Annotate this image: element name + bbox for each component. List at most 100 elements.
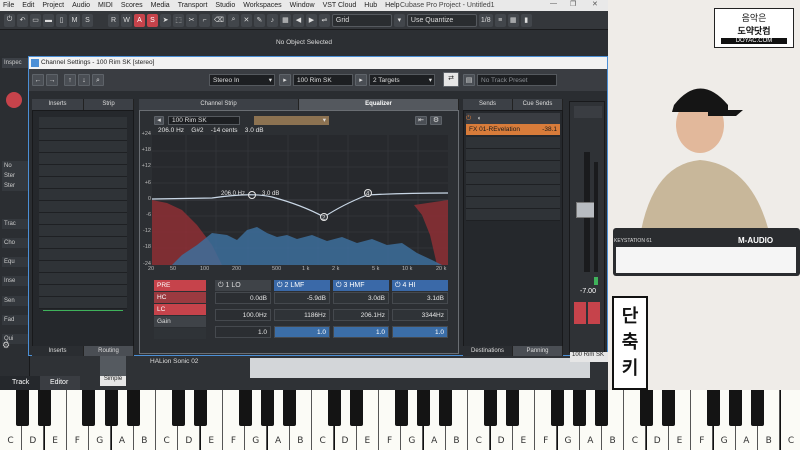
piano-key-black[interactable] bbox=[483, 390, 497, 426]
nudge-left-icon[interactable]: ◀ bbox=[292, 13, 304, 27]
send-slot-1[interactable]: FX 01-REvelation -38.1 bbox=[466, 124, 560, 135]
targets-dropdown[interactable]: 2 Targets ▾ bbox=[369, 74, 435, 86]
insert-slot[interactable] bbox=[39, 165, 127, 177]
band-2-gain[interactable]: -5.9dB bbox=[274, 292, 330, 304]
band-2-q[interactable]: 1.0 bbox=[274, 326, 330, 338]
fader-value[interactable]: -7.00 bbox=[576, 288, 600, 298]
band-1-freq[interactable]: 100.0Hz bbox=[215, 309, 271, 321]
inspector-section-3[interactable]: Trac bbox=[2, 219, 28, 229]
piano-key-black[interactable] bbox=[171, 390, 185, 426]
insert-slot[interactable] bbox=[39, 249, 127, 261]
inspector-section-0[interactable]: No bbox=[2, 161, 28, 171]
up-arrow-icon[interactable]: ↑ bbox=[64, 74, 76, 86]
piano-key-black[interactable] bbox=[15, 390, 29, 426]
sync-icon[interactable]: ⇄ bbox=[443, 72, 459, 87]
zoom-tool-icon[interactable]: ⌕ bbox=[227, 13, 239, 27]
band-3-freq[interactable]: 206.1Hz bbox=[333, 309, 389, 321]
menu-help[interactable]: Help bbox=[385, 2, 399, 9]
nudge-right-icon[interactable]: ▶ bbox=[305, 13, 317, 27]
quantize-value[interactable]: 1/8 bbox=[478, 13, 493, 27]
piano-key-black[interactable] bbox=[573, 390, 586, 426]
record-button[interactable] bbox=[574, 302, 586, 324]
piano-key-black[interactable] bbox=[595, 390, 609, 426]
tab-channel-strip[interactable]: Channel Strip bbox=[139, 99, 299, 110]
piano-key-black[interactable] bbox=[350, 390, 363, 426]
search-icon[interactable]: ⌕ bbox=[92, 74, 104, 86]
insert-slot[interactable] bbox=[39, 177, 127, 189]
piano-key-black[interactable] bbox=[662, 390, 676, 426]
band-4-label[interactable]: ⏻ 4 HI bbox=[392, 280, 448, 291]
menu-media[interactable]: Media bbox=[151, 2, 170, 9]
band-2-freq[interactable]: 1186Hz bbox=[274, 309, 330, 321]
inspector-section-1[interactable]: Ster bbox=[2, 171, 28, 181]
insert-slot[interactable] bbox=[39, 201, 127, 213]
insert-slot[interactable] bbox=[39, 213, 127, 225]
glue-tool-icon[interactable]: ⌐ bbox=[199, 13, 210, 27]
eq-power-icon[interactable]: ◂ bbox=[154, 116, 164, 125]
menu-project[interactable]: Project bbox=[42, 2, 64, 9]
insert-slot[interactable] bbox=[39, 153, 127, 165]
band-4-freq[interactable]: 3344Hz bbox=[392, 309, 448, 321]
mute-button[interactable]: M bbox=[69, 13, 80, 27]
lower-zone-icon[interactable]: ▬ bbox=[43, 13, 54, 27]
piano-key-black[interactable] bbox=[37, 390, 51, 426]
color-tool-icon[interactable]: ▦ bbox=[279, 13, 291, 27]
menu-vst-cloud[interactable]: VST Cloud bbox=[323, 2, 357, 9]
insert-slot[interactable] bbox=[39, 141, 127, 153]
mute-tool-icon[interactable]: ✕ bbox=[240, 13, 252, 27]
inspector-section-4[interactable]: Cho bbox=[2, 238, 28, 248]
auto-button[interactable]: A bbox=[134, 13, 145, 27]
piano-key-black[interactable] bbox=[260, 390, 274, 426]
band-1-q[interactable]: 1.0 bbox=[215, 326, 271, 338]
inspector-section-5[interactable]: Equ bbox=[2, 257, 28, 267]
down-arrow-icon[interactable]: ↓ bbox=[78, 74, 90, 86]
tab-strip[interactable]: Strip bbox=[84, 99, 134, 110]
band-3-gain[interactable]: 3.0dB bbox=[333, 292, 389, 304]
inspector-section-6[interactable]: Inse bbox=[2, 276, 28, 286]
send-power-icon[interactable]: ⏻ bbox=[466, 115, 471, 122]
band-4-gain[interactable]: 3.1dB bbox=[392, 292, 448, 304]
tab-inserts[interactable]: Inserts bbox=[32, 99, 84, 110]
piano-key-black[interactable] bbox=[506, 390, 520, 426]
piano-key-black[interactable] bbox=[238, 390, 252, 426]
activate-icon[interactable]: ⏻ bbox=[4, 13, 15, 27]
band-1-gain[interactable]: 0.0dB bbox=[215, 292, 271, 304]
piano-key-white[interactable]: C bbox=[780, 390, 800, 450]
piano-roll-keys[interactable] bbox=[250, 358, 590, 378]
band-3-label[interactable]: ⏻ 3 HMF bbox=[333, 280, 389, 291]
send-slot[interactable] bbox=[466, 149, 560, 161]
tab-editor[interactable]: Editor bbox=[40, 376, 80, 390]
inspector-section-7[interactable]: Sen bbox=[2, 296, 28, 306]
menu-workspaces[interactable]: Workspaces bbox=[243, 2, 281, 9]
eq-curve-dropdown[interactable]: ▾ bbox=[254, 116, 329, 125]
gain-button[interactable]: Gain bbox=[154, 316, 206, 327]
draw-tool-icon[interactable]: ✎ bbox=[253, 13, 265, 27]
piano-key-black[interactable] bbox=[729, 390, 743, 426]
piano-key-black[interactable] bbox=[550, 390, 564, 426]
menu-transport[interactable]: Transport bbox=[178, 2, 208, 9]
arrow-tool-icon[interactable]: ➤ bbox=[160, 13, 171, 27]
restore-icon[interactable]: ❐ bbox=[570, 0, 576, 8]
tab-sends[interactable]: Sends bbox=[463, 99, 513, 110]
erase-tool-icon[interactable]: ⌫ bbox=[212, 13, 226, 27]
preset-icon[interactable]: ▤ bbox=[463, 74, 475, 86]
eq-reset-icon[interactable]: ⇤ bbox=[415, 116, 427, 125]
grid-dropdown[interactable]: Grid bbox=[331, 13, 392, 27]
prev-channel-icon[interactable]: ▸ bbox=[355, 74, 367, 86]
minimize-icon[interactable]: — bbox=[550, 0, 557, 7]
tab-track[interactable]: Track bbox=[0, 376, 40, 390]
monitor-button[interactable] bbox=[588, 302, 600, 324]
send-slot[interactable] bbox=[466, 185, 560, 197]
insert-slot[interactable] bbox=[39, 273, 127, 285]
band-3-q[interactable]: 1.0 bbox=[333, 326, 389, 338]
send-slot[interactable] bbox=[466, 197, 560, 209]
eq-curve-graph[interactable]: 206.0 Hz 3.0 dB 2 4 bbox=[152, 135, 448, 265]
back-icon[interactable]: ↶ bbox=[17, 13, 28, 27]
menu-file[interactable]: File bbox=[3, 2, 14, 9]
band-4-q[interactable]: 1.0 bbox=[392, 326, 448, 338]
mode-label[interactable]: Simple bbox=[100, 376, 126, 386]
back-arrow-icon[interactable]: ← bbox=[32, 74, 44, 86]
send-slot[interactable] bbox=[466, 137, 560, 149]
edit-icon[interactable]: ▸ bbox=[279, 74, 291, 86]
speaker-tool-icon[interactable]: ♪ bbox=[266, 13, 278, 27]
